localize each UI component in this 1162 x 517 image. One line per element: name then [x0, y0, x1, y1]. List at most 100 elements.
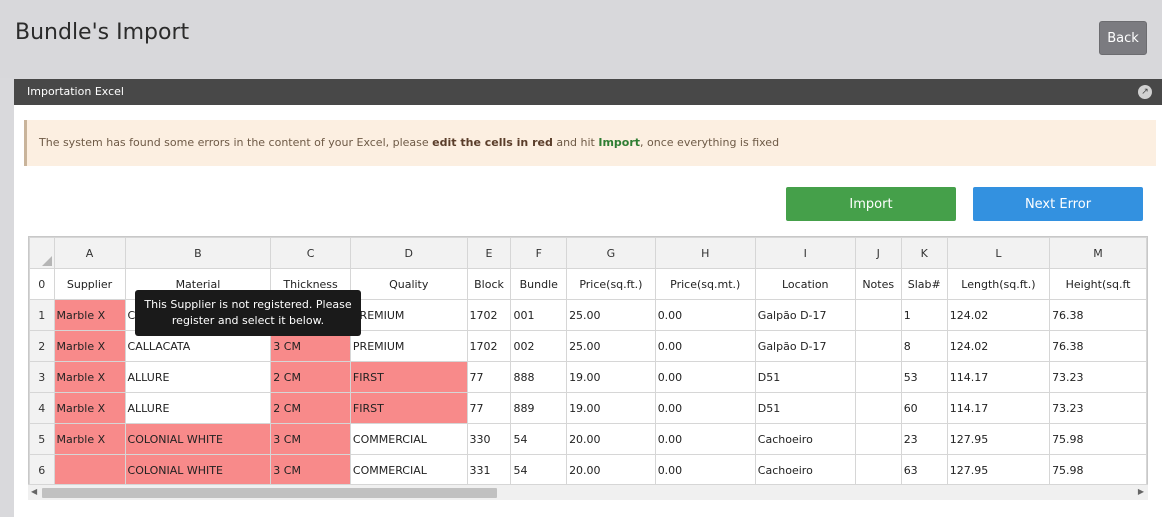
table-cell[interactable]: Cachoeiro	[754, 423, 856, 455]
error-cell[interactable]: Marble X	[53, 330, 126, 362]
error-cell[interactable]: COLONIAL WHITE	[124, 454, 272, 486]
row-number[interactable]: 5	[29, 423, 55, 455]
table-cell[interactable]: 001	[510, 299, 568, 331]
table-cell[interactable]: 19.00	[566, 361, 656, 393]
column-letter[interactable]: G	[566, 237, 656, 269]
row-number[interactable]: 1	[29, 299, 55, 331]
table-cell[interactable]: 76.38	[1049, 299, 1147, 331]
table-cell[interactable]: 77	[466, 392, 512, 424]
error-cell[interactable]: 3 CM	[270, 423, 351, 455]
table-cell[interactable]: 1702	[466, 330, 512, 362]
table-cell[interactable]: 002	[510, 330, 568, 362]
table-cell[interactable]: ALLURE	[124, 361, 272, 393]
table-cell[interactable]: 54	[510, 423, 568, 455]
column-header[interactable]: Block	[466, 268, 512, 300]
table-cell[interactable]: D51	[754, 361, 856, 393]
table-cell[interactable]: 331	[466, 454, 512, 486]
column-letter[interactable]: D	[349, 237, 468, 269]
error-cell[interactable]: Marble X	[53, 299, 126, 331]
table-cell[interactable]: 19.00	[566, 392, 656, 424]
table-cell[interactable]: 0.00	[654, 361, 756, 393]
table-cell[interactable]: 63	[900, 454, 948, 486]
table-cell[interactable]: 0.00	[654, 330, 756, 362]
error-cell[interactable]: FIRST	[349, 392, 468, 424]
table-cell[interactable]: D51	[754, 392, 856, 424]
table-cell[interactable]	[854, 392, 902, 424]
error-cell[interactable]: COLONIAL WHITE	[124, 423, 272, 455]
scroll-right-icon[interactable]: ▶	[1138, 487, 1144, 496]
table-cell[interactable]: 73.23	[1049, 392, 1147, 424]
column-letter[interactable]: C	[270, 237, 351, 269]
error-cell[interactable]: 3 CM	[270, 454, 351, 486]
table-cell[interactable]	[854, 361, 902, 393]
table-cell[interactable]: 60	[900, 392, 948, 424]
table-cell[interactable]: 77	[466, 361, 512, 393]
collapse-icon[interactable]: ↗	[1138, 85, 1152, 99]
table-cell[interactable]: 25.00	[566, 299, 656, 331]
table-cell[interactable]: 76.38	[1049, 330, 1147, 362]
scroll-thumb[interactable]	[42, 488, 497, 498]
scroll-left-icon[interactable]: ◀	[31, 487, 37, 496]
table-cell[interactable]: 20.00	[566, 454, 656, 486]
table-cell[interactable]: 888	[510, 361, 568, 393]
select-all-corner[interactable]	[29, 237, 55, 269]
error-cell[interactable]	[53, 454, 126, 486]
column-header[interactable]: Notes	[854, 268, 902, 300]
table-cell[interactable]: 53	[900, 361, 948, 393]
column-letter[interactable]: L	[946, 237, 1051, 269]
column-letter[interactable]: H	[654, 237, 756, 269]
table-cell[interactable]: Galpão D-17	[754, 330, 856, 362]
table-cell[interactable]: ALLURE	[124, 392, 272, 424]
column-header[interactable]: Bundle	[510, 268, 568, 300]
table-cell[interactable]: 889	[510, 392, 568, 424]
table-cell[interactable]: 1	[900, 299, 948, 331]
table-cell[interactable]: 73.23	[1049, 361, 1147, 393]
table-cell[interactable]: 8	[900, 330, 948, 362]
column-header[interactable]: Price(sq.ft.)	[566, 268, 656, 300]
table-cell[interactable]: 54	[510, 454, 568, 486]
table-cell[interactable]: 0.00	[654, 392, 756, 424]
table-cell[interactable]: Galpão D-17	[754, 299, 856, 331]
table-cell[interactable]: 20.00	[566, 423, 656, 455]
column-header[interactable]: Length(sq.ft.)	[946, 268, 1051, 300]
table-cell[interactable]: 127.95	[946, 454, 1051, 486]
error-cell[interactable]: Marble X	[53, 423, 126, 455]
table-cell[interactable]: 0.00	[654, 423, 756, 455]
row-number[interactable]: 3	[29, 361, 55, 393]
table-cell[interactable]: 0.00	[654, 299, 756, 331]
column-letter[interactable]: F	[510, 237, 568, 269]
column-header[interactable]: Height(sq.ft	[1049, 268, 1147, 300]
table-cell[interactable]: 1702	[466, 299, 512, 331]
table-cell[interactable]	[854, 423, 902, 455]
error-cell[interactable]: 2 CM	[270, 361, 351, 393]
error-cell[interactable]: Marble X	[53, 392, 126, 424]
import-button[interactable]: Import	[786, 187, 956, 221]
column-letter[interactable]: B	[124, 237, 272, 269]
table-cell[interactable]: COMMERCIAL	[349, 423, 468, 455]
row-number[interactable]: 0	[29, 268, 55, 300]
table-cell[interactable]	[854, 299, 902, 331]
row-number[interactable]: 6	[29, 454, 55, 486]
table-cell[interactable]: 127.95	[946, 423, 1051, 455]
column-letter[interactable]: I	[754, 237, 856, 269]
error-cell[interactable]: 2 CM	[270, 392, 351, 424]
table-cell[interactable]: 114.17	[946, 392, 1051, 424]
table-cell[interactable]: Cachoeiro	[754, 454, 856, 486]
column-letter[interactable]: A	[53, 237, 126, 269]
row-number[interactable]: 4	[29, 392, 55, 424]
next-error-button[interactable]: Next Error	[973, 187, 1143, 221]
back-button[interactable]: Back	[1099, 21, 1147, 55]
table-cell[interactable]: PREMIUM	[349, 299, 468, 331]
table-cell[interactable]	[854, 330, 902, 362]
table-cell[interactable]: COMMERCIAL	[349, 454, 468, 486]
table-cell[interactable]: 330	[466, 423, 512, 455]
table-cell[interactable]: 75.98	[1049, 454, 1147, 486]
error-cell[interactable]: Marble X	[53, 361, 126, 393]
table-cell[interactable]: 124.02	[946, 330, 1051, 362]
column-header[interactable]: Price(sq.mt.)	[654, 268, 756, 300]
error-cell[interactable]: FIRST	[349, 361, 468, 393]
column-header[interactable]: Slab#	[900, 268, 948, 300]
table-cell[interactable]: 23	[900, 423, 948, 455]
column-letter[interactable]: E	[466, 237, 512, 269]
table-cell[interactable]: PREMIUM	[349, 330, 468, 362]
